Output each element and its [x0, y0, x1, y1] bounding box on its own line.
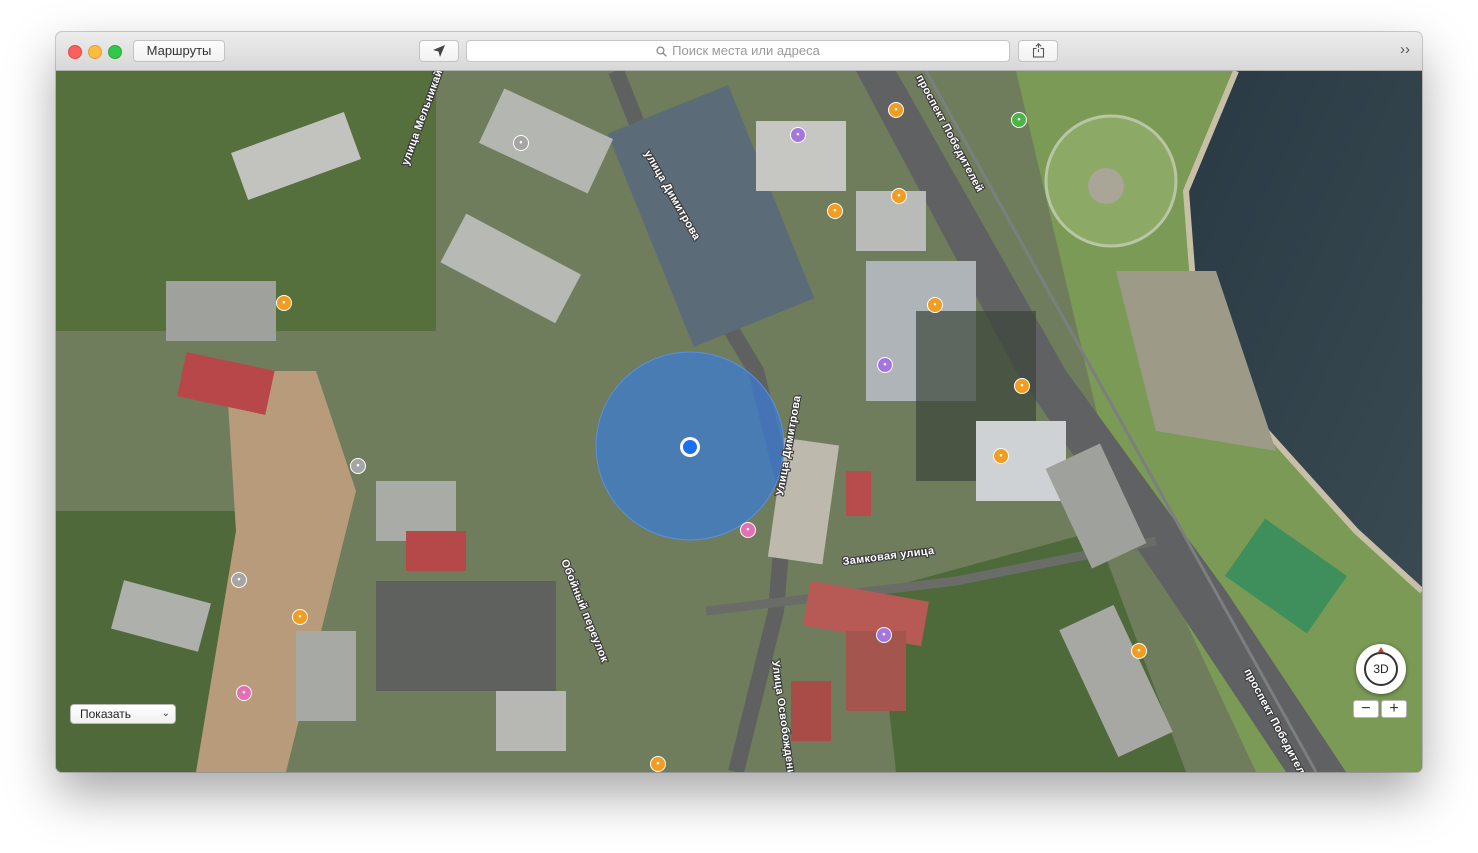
education-poi-icon[interactable]: •: [292, 609, 308, 625]
show-menu-label: Показать: [80, 707, 132, 721]
map-view[interactable]: улица Мельникайте проспект Победителей у…: [56, 71, 1422, 772]
building-roof: [166, 281, 276, 341]
building-roof: [296, 631, 356, 721]
zoom-in-button[interactable]: +: [1381, 700, 1407, 718]
show-menu-select[interactable]: Показать ⌄: [70, 704, 176, 724]
food-poi-icon[interactable]: •: [827, 203, 843, 219]
current-location-button[interactable]: [419, 40, 459, 62]
landmark-poi-icon[interactable]: •: [513, 135, 529, 151]
location-arrow-icon: [433, 45, 445, 57]
compass-3d-button[interactable]: 3D: [1356, 644, 1406, 694]
fullscreen-button[interactable]: [108, 45, 122, 59]
food-poi-icon[interactable]: •: [993, 448, 1009, 464]
share-button[interactable]: [1018, 40, 1058, 62]
chevrons-right-icon[interactable]: ››: [1400, 41, 1410, 58]
building-red-roof: [406, 531, 466, 571]
shopping-poi-icon[interactable]: •: [1014, 378, 1030, 394]
food-poi-icon[interactable]: •: [891, 188, 907, 204]
food-poi-icon[interactable]: •: [650, 756, 666, 772]
building-roof: [976, 421, 1066, 501]
shopping-poi-icon[interactable]: •: [740, 522, 756, 538]
building-red-roof: [791, 681, 831, 741]
park-poi-icon[interactable]: •: [1011, 112, 1027, 128]
chevron-down-icon: ⌄: [161, 708, 170, 719]
building-roof: [846, 631, 906, 711]
current-location-dot-core: [683, 440, 697, 454]
zoom-out-button[interactable]: −: [1353, 700, 1379, 718]
building-red-roof: [846, 471, 871, 516]
routes-button[interactable]: Маршруты: [133, 40, 225, 62]
search-placeholder: Поиск места или адреса: [672, 43, 820, 58]
building-roof: [496, 691, 566, 751]
toolbar: Маршруты Поиск места или адреса ››: [56, 32, 1422, 71]
shopping-poi-icon[interactable]: •: [1131, 643, 1147, 659]
hotel-poi-icon[interactable]: •: [877, 357, 893, 373]
shopping-poi-icon[interactable]: •: [236, 685, 252, 701]
food-poi-icon[interactable]: •: [276, 295, 292, 311]
theater-poi-icon[interactable]: •: [927, 297, 943, 313]
search-field[interactable]: Поиск места или адреса: [466, 40, 1010, 62]
landmark-poi-icon[interactable]: •: [231, 572, 247, 588]
factory-roof: [376, 581, 556, 691]
landmark-poi-icon[interactable]: •: [350, 458, 366, 474]
search-icon: [656, 45, 667, 57]
minimize-button[interactable]: [88, 45, 102, 59]
monument: [1088, 168, 1124, 204]
share-icon: [1032, 43, 1044, 58]
compass-3d-label: 3D: [1364, 652, 1398, 686]
maps-window: Маршруты Поиск места или адреса ›› улица…: [56, 32, 1422, 772]
building-roof: [856, 191, 926, 251]
entertainment-poi-icon[interactable]: •: [790, 127, 806, 143]
close-button[interactable]: [68, 45, 82, 59]
hotel-poi-icon[interactable]: •: [876, 627, 892, 643]
food-poi-icon[interactable]: •: [888, 102, 904, 118]
